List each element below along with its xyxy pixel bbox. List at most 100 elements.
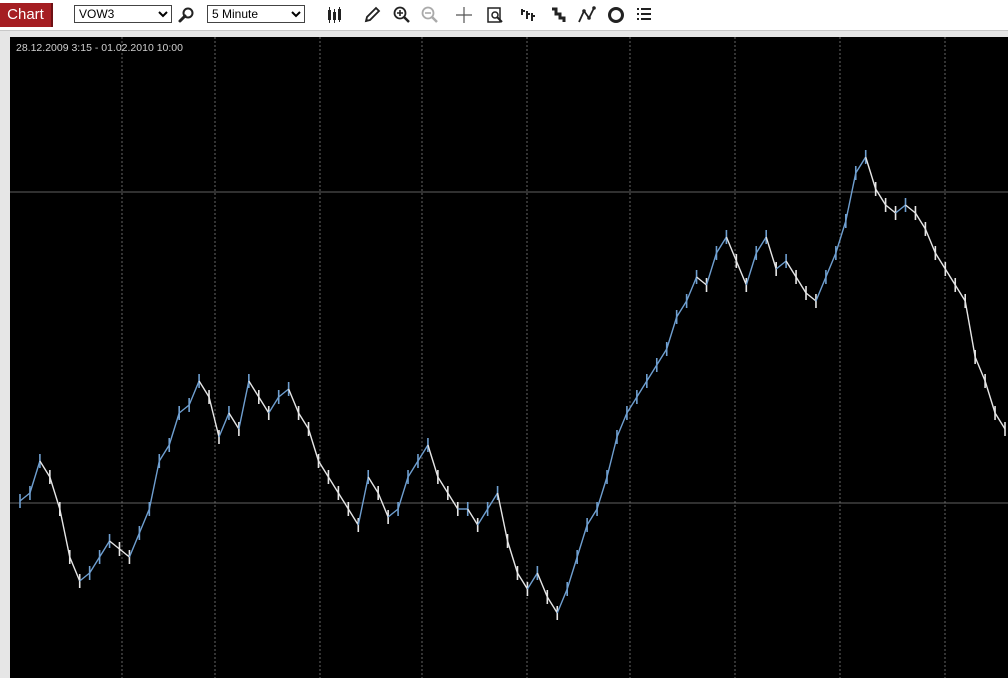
bar-chart-icon[interactable]	[519, 5, 539, 25]
price-segment	[367, 476, 379, 494]
price-segment	[248, 380, 260, 398]
price-segment	[905, 204, 916, 214]
price-segment	[327, 476, 339, 494]
price-segment	[487, 492, 499, 510]
price-segment	[148, 460, 160, 510]
toolbar: Chart VOW3 5 Minute	[0, 0, 1008, 31]
price-segment	[268, 396, 280, 414]
price-segment	[278, 388, 290, 398]
price-segment	[586, 508, 598, 526]
price-segment	[934, 252, 946, 270]
price-segment	[59, 508, 71, 558]
price-segment	[119, 548, 130, 558]
price-segment	[337, 492, 349, 510]
interval-value: 5 Minute	[212, 7, 259, 21]
price-segment	[885, 204, 896, 214]
price-segment	[198, 380, 210, 398]
price-segment	[696, 276, 707, 286]
price-segment	[745, 252, 757, 286]
magnify-page-icon[interactable]	[485, 5, 505, 25]
price-segment	[218, 412, 230, 438]
price-segment	[506, 540, 519, 574]
line-chart-icon[interactable]	[577, 5, 597, 25]
symbol-select[interactable]: VOW3	[74, 5, 172, 23]
price-chart[interactable]	[10, 37, 1008, 678]
price-segment	[437, 476, 449, 494]
price-segment	[715, 236, 728, 254]
price-segment	[974, 356, 986, 382]
price-segment	[616, 412, 628, 438]
price-segment	[775, 260, 787, 270]
date-range-label: 28.12.2009 3:15 - 01.02.2010 10:00	[16, 42, 183, 54]
price-segment	[984, 380, 996, 414]
price-segment	[178, 404, 190, 414]
step-chart-icon[interactable]	[549, 5, 569, 25]
price-segment	[626, 396, 638, 414]
price-segment	[606, 436, 618, 478]
price-segment	[29, 460, 41, 494]
price-segment	[566, 556, 578, 590]
zoom-in-icon[interactable]	[392, 5, 412, 25]
candlestick-icon[interactable]	[324, 5, 344, 25]
price-segment	[556, 588, 568, 614]
price-segment	[39, 460, 51, 478]
price-segment	[208, 396, 220, 438]
price-segment	[109, 540, 120, 550]
price-segment	[855, 156, 867, 174]
chart-area: 28.12.2009 3:15 - 01.02.2010 10:00	[0, 35, 1008, 678]
chevron-down-icon	[158, 11, 168, 18]
price-segment	[805, 292, 817, 302]
circle-icon[interactable]	[606, 5, 626, 25]
pencil-icon[interactable]	[362, 5, 382, 25]
price-segment	[158, 444, 170, 462]
price-segment	[347, 508, 359, 526]
price-segment	[417, 444, 429, 462]
tab-chart[interactable]: Chart	[0, 3, 53, 27]
price-segment	[875, 188, 887, 206]
price-segment	[49, 476, 61, 510]
price-segment	[496, 492, 509, 542]
price-segment	[168, 412, 180, 446]
zoom-out-icon[interactable]	[420, 5, 440, 25]
price-segment	[377, 492, 389, 518]
price-segment	[89, 556, 101, 574]
price-segment	[815, 276, 827, 302]
price-segment	[138, 508, 150, 534]
price-segment	[536, 572, 548, 598]
plot-area[interactable]: 28.12.2009 3:15 - 01.02.2010 10:00	[10, 37, 1008, 678]
price-segment	[656, 348, 668, 366]
crosshair-icon[interactable]	[454, 5, 474, 25]
price-segment	[705, 252, 718, 286]
price-segment	[447, 492, 459, 510]
price-segment	[99, 540, 111, 558]
price-segment	[526, 572, 538, 590]
price-segment	[954, 284, 966, 302]
price-segment	[467, 508, 479, 526]
price-segment	[755, 236, 767, 254]
list-icon[interactable]	[634, 5, 654, 25]
price-segment	[964, 300, 976, 358]
price-segment	[795, 276, 807, 294]
price-segment	[835, 220, 847, 254]
price-segment	[895, 204, 906, 214]
price-segment	[427, 444, 439, 478]
price-segment	[825, 252, 837, 278]
price-segment	[944, 268, 956, 286]
price-segment	[636, 380, 648, 398]
price-segment	[297, 412, 310, 430]
price-segment	[258, 396, 270, 414]
price-segment	[546, 596, 558, 614]
price-segment	[845, 172, 857, 222]
search-icon[interactable]	[177, 5, 197, 25]
price-segment	[287, 388, 300, 414]
price-segment	[646, 364, 658, 382]
price-segment	[397, 476, 409, 510]
price-segment	[685, 276, 698, 302]
price-segment	[924, 228, 937, 254]
interval-select[interactable]: 5 Minute	[207, 5, 305, 23]
price-segment	[666, 316, 678, 350]
price-segment	[477, 508, 489, 526]
price-segment	[357, 476, 369, 526]
price-segment	[79, 572, 91, 582]
price-segment	[576, 524, 588, 558]
